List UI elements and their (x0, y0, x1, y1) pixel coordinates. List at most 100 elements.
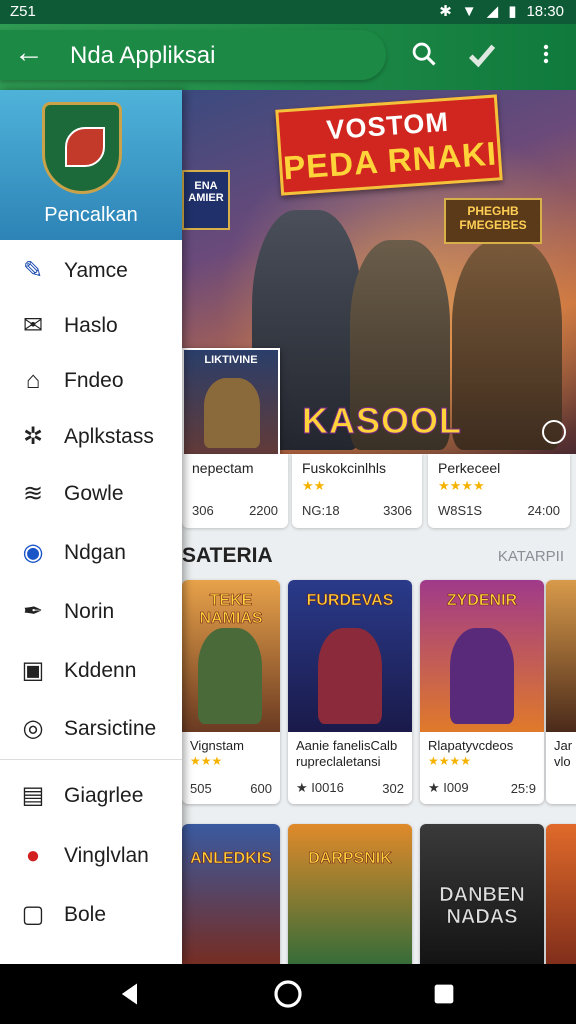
banner-logo: KASOOL (301, 400, 463, 442)
featured-right: 3306 (383, 503, 412, 518)
badge-right-line1: PHEGHB (467, 204, 519, 218)
store-icon: ⌂ (25, 367, 41, 394)
back-button[interactable]: ← (14, 38, 46, 70)
signal-icon: ◢ (486, 3, 499, 20)
banner-badge-left: ENA AMIER (182, 170, 230, 230)
featured-stars: ★★ (302, 478, 326, 493)
drawer-item-haslo[interactable]: ✉ Haslo (0, 297, 182, 353)
more-options-button[interactable] (530, 40, 562, 72)
navigation-drawer: Pencalkan ✎ Yamce ✉ Haslo ⌂ Fndeo ✲ Aplk… (0, 90, 182, 964)
nav-home-button[interactable] (272, 978, 304, 1010)
red-badge-icon: ● (25, 842, 41, 869)
drawer-item-label: Ndgan (64, 541, 126, 564)
arrow-left-icon: ← (14, 36, 44, 69)
frame-icon: ▣ (21, 657, 45, 684)
game-name: Rlapatyvcdeos (428, 738, 514, 753)
banner-indicator-icon[interactable] (542, 420, 566, 444)
drawer-item-sarsictine[interactable]: ◎ Sarsictine (0, 700, 182, 756)
status-time: 18:30 (526, 2, 564, 20)
game-card[interactable]: TEKE NAMIAS Vignstam ★★★ 505 600 (182, 580, 280, 804)
drawer-item-aplkstass[interactable]: ✲ Aplkstass (0, 408, 182, 464)
drawer-item-bole[interactable]: ▢ Bole (0, 886, 182, 942)
game-meta-right: 25:9 (510, 781, 536, 796)
checkmark-icon (468, 44, 496, 68)
featured-left: 306 (192, 503, 214, 518)
game-art-title: FURDEVAS (306, 592, 394, 610)
game-meta-left: 505 (190, 781, 212, 796)
game-art-title: TEKE NAMIAS (199, 592, 263, 628)
drawer-item-label: Kddenn (64, 659, 137, 682)
nav-recents-button[interactable] (428, 978, 460, 1010)
mini-card-title: LIKTIVINE (204, 354, 258, 366)
banner-ribbon: VOSTOM PEDA RNAKI (275, 94, 503, 196)
more-vert-icon (543, 44, 549, 64)
drawer-header: Pencalkan (0, 90, 182, 240)
featured-card[interactable]: Fuskokcinlhls ★★ NG:18 3306 (292, 454, 422, 528)
featured-name: nepectam (192, 460, 254, 476)
game-meta-left: ★ I0016 (296, 780, 344, 795)
featured-right: 2200 (249, 503, 278, 518)
featured-card[interactable]: Perkeceel ★★★★ W8S1S 24:00 (428, 454, 570, 528)
section-see-all-link[interactable]: KATARPII (498, 548, 564, 565)
game-art-title: ZYDENIR (446, 592, 518, 610)
drawer-item-label: Haslo (64, 314, 118, 337)
drawer-item-ndgan[interactable]: ◉ Ndgan (0, 524, 182, 580)
game-art-title: ANLEDKIS (190, 850, 272, 868)
badge-right-line2: FMEGEBES (459, 218, 527, 232)
game-card[interactable]: FURDEVAS Aanie fanelisCalb rupreclaletan… (288, 580, 412, 804)
shield-logo-icon (42, 102, 122, 194)
mail-icon: ✉ (22, 312, 44, 339)
featured-card[interactable]: nepectam 306 2200 (182, 454, 288, 528)
game-meta-left: ★ I009 (428, 780, 469, 795)
status-bar: Z51 ✱ ▼ ◢ ▮ 18:30 (0, 0, 576, 24)
game-art: TEKE NAMIAS (182, 580, 280, 732)
game-card[interactable]: DARPSNIK (288, 824, 412, 964)
drawer-item-gowle[interactable]: ≋ Gowle (0, 465, 182, 521)
main-content: VOSTOM PEDA RNAKI ENA AMIER PHEGHB FMEGE… (182, 90, 576, 964)
drawer-item-kddenn[interactable]: ▣ Kddenn (0, 642, 182, 698)
check-button[interactable] (466, 40, 498, 72)
banner-badge-right: PHEGHB FMEGEBES (444, 198, 542, 244)
game-meta-right: 600 (250, 781, 272, 796)
signal-icon: ≋ (22, 480, 44, 507)
drawer-item-label: Fndeo (64, 369, 124, 392)
game-art: ZYDENIR (420, 580, 544, 732)
game-card[interactable] (546, 824, 576, 964)
drawer-item-label: Yamce (64, 259, 128, 282)
game-card[interactable]: ANLEDKIS (182, 824, 280, 964)
search-icon (412, 42, 436, 66)
drawer-item-yamce[interactable]: ✎ Yamce (0, 242, 182, 298)
drawer-item-label: Sarsictine (64, 717, 157, 740)
game-name: Aanie fanelisCalb rupreclaletansi (296, 738, 398, 769)
featured-right: 24:00 (527, 503, 560, 518)
game-art: FURDEVAS (288, 580, 412, 732)
battery-icon: ▮ (508, 3, 517, 20)
wifi-icon: ▼ (461, 2, 477, 20)
drawer-item-giagrlee[interactable]: ▤ Giagrlee (0, 767, 182, 823)
square-recents-icon (434, 984, 454, 1004)
game-card[interactable]: ZYDENIR Rlapatyvcdeos ★★★★ ★ I009 25:9 (420, 580, 544, 804)
drawer-item-norin[interactable]: ✒ Norin (0, 583, 182, 639)
featured-name: Perkeceel (438, 460, 501, 476)
game-name: Jar vlo (554, 738, 573, 769)
game-meta-right: 302 (382, 781, 404, 796)
drawer-item-label: Gowle (64, 482, 124, 505)
game-art-title: DANBEN NADAS (439, 884, 525, 929)
square-icon: ▢ (21, 901, 45, 928)
drawer-item-label: Norin (64, 600, 115, 623)
game-card[interactable]: Jar vlo (546, 580, 576, 804)
game-stars: ★★★ (190, 754, 223, 768)
nav-back-button[interactable] (114, 978, 146, 1010)
drawer-item-label: Bole (64, 903, 107, 926)
app-bar: ← Nda Appliksai (0, 24, 576, 90)
game-art-title: DARPSNIK (308, 850, 392, 868)
drawer-item-label: Giagrlee (64, 784, 144, 807)
circle-home-icon (274, 980, 302, 1008)
drawer-item-vinglvlan[interactable]: ● Vinglvlan (0, 827, 182, 883)
game-card[interactable]: DANBEN NADAS (420, 824, 544, 964)
search-button[interactable] (408, 40, 440, 72)
status-time-left: Z51 (10, 3, 36, 20)
game-name: Vignstam (190, 738, 244, 753)
drawer-item-fndeo[interactable]: ⌂ Fndeo (0, 352, 182, 408)
pen-icon: ✒ (22, 598, 44, 625)
